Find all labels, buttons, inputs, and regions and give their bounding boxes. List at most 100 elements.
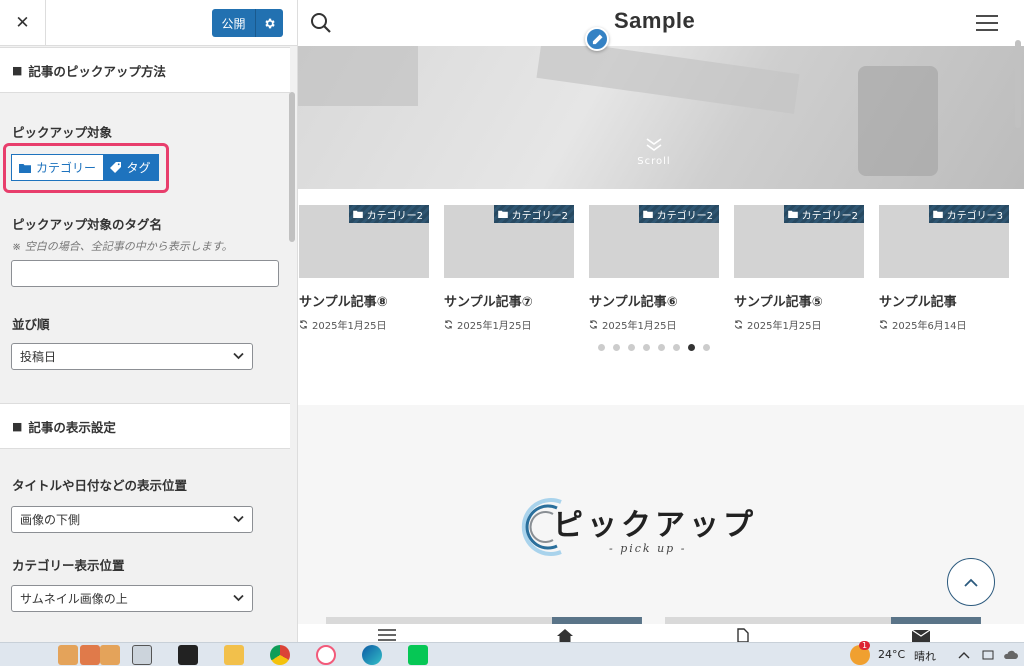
edge-icon[interactable] [362, 645, 382, 665]
tag-icon [110, 162, 122, 173]
folder-icon[interactable] [224, 645, 244, 665]
section-marker: ■ [12, 63, 23, 77]
scroll-indicator[interactable]: Scroll [634, 138, 674, 167]
order-select-value: 投稿日 [20, 350, 57, 364]
position-select[interactable]: 画像の下側 [11, 506, 253, 533]
slider-dot[interactable] [628, 344, 635, 351]
section-display-settings: ■ 記事の表示設定 [0, 403, 290, 449]
post-thumbnail[interactable]: カテゴリー2 [299, 205, 429, 278]
panel-scrollbar[interactable] [289, 92, 295, 242]
close-button[interactable]: ✕ [0, 0, 46, 46]
app-icon[interactable] [80, 645, 100, 665]
slider-dot[interactable] [688, 344, 695, 351]
order-label: 並び順 [12, 317, 50, 332]
tag-name-label: ピックアップ対象のタグ名 [12, 217, 163, 232]
chevron-up-icon [964, 578, 978, 587]
weather-text: 晴れ [914, 650, 936, 663]
refresh-icon [444, 320, 453, 329]
slider-dot[interactable] [703, 344, 710, 351]
post-title[interactable]: サンプル記事⑥ [589, 291, 719, 310]
chrome-icon[interactable] [270, 645, 290, 665]
option-category-label: カテゴリー [35, 161, 96, 175]
folder-icon [18, 163, 31, 173]
section-marker: ■ [12, 419, 23, 433]
post-card[interactable]: カテゴリー2 サンプル記事⑥ 2025年1月25日 [589, 205, 719, 332]
edit-shortcut-button[interactable] [585, 27, 609, 51]
publish-button[interactable]: 公開 [212, 9, 256, 37]
app-icon[interactable] [100, 645, 120, 665]
slider-dot[interactable] [598, 344, 605, 351]
folder-icon [642, 210, 653, 218]
camera-icon[interactable] [982, 649, 994, 660]
post-card[interactable]: カテゴリー2 サンプル記事⑦ 2025年1月25日 [444, 205, 574, 332]
category-badge[interactable]: カテゴリー2 [493, 205, 574, 223]
category-label: カテゴリー2 [366, 210, 423, 222]
hero-image: Scroll [298, 46, 1024, 189]
folder-icon [497, 210, 508, 218]
post-title[interactable]: サンプル記事⑧ [299, 291, 429, 310]
post-title[interactable]: サンプル記事⑤ [734, 291, 864, 310]
refresh-icon [879, 320, 888, 329]
cloud-icon[interactable] [1002, 650, 1018, 660]
site-title[interactable]: Sample [614, 8, 695, 34]
search-icon[interactable] [310, 12, 332, 34]
document-icon[interactable] [736, 628, 750, 642]
music-icon[interactable] [316, 645, 336, 665]
slider-dot[interactable] [643, 344, 650, 351]
post-card[interactable]: カテゴリー3 サンプル記事 2025年6月14日 [879, 205, 1009, 332]
slider-dot[interactable] [673, 344, 680, 351]
category-badge[interactable]: カテゴリー2 [348, 205, 429, 223]
line-icon[interactable] [408, 645, 428, 665]
post-card[interactable]: カテゴリー2 サンプル記事⑤ 2025年1月25日 [734, 205, 864, 332]
hamburger-menu-icon[interactable] [976, 15, 998, 31]
category-badge[interactable]: カテゴリー3 [928, 205, 1009, 223]
hero-shape [858, 66, 938, 176]
fixed-bottom-nav [298, 624, 1024, 642]
hero-shape [536, 46, 800, 114]
category-position-select[interactable]: サムネイル画像の上 [11, 585, 253, 612]
menu-icon[interactable] [378, 628, 396, 642]
panel-footer [0, 627, 297, 642]
app-icon[interactable] [58, 645, 78, 665]
slider-pagination [598, 344, 710, 351]
category-badge[interactable]: カテゴリー2 [783, 205, 864, 223]
screen: ✕ 公開 ■ 記事のピックアップ方法 ピックアップ対象 カテゴリー タグ ピック… [0, 0, 1024, 666]
option-category[interactable]: カテゴリー [12, 155, 103, 180]
post-card[interactable]: カテゴリー2 サンプル記事⑧ 2025年1月25日 [299, 205, 429, 332]
tag-name-note: ※ 空白の場合、全記事の中から表示します。 [12, 240, 233, 253]
slider-dot[interactable] [613, 344, 620, 351]
app-icon[interactable] [178, 645, 198, 665]
post-title[interactable]: サンプル記事 [879, 291, 1009, 310]
post-date-text: 2025年1月25日 [312, 321, 387, 332]
publish-settings-button[interactable] [256, 9, 283, 37]
post-thumbnail[interactable]: カテゴリー3 [879, 205, 1009, 278]
tag-name-input[interactable] [11, 260, 279, 287]
refresh-icon [299, 320, 308, 329]
back-to-top-button[interactable] [947, 558, 995, 606]
post-thumbnail[interactable]: カテゴリー2 [444, 205, 574, 278]
folder-icon [787, 210, 798, 218]
post-thumbnail[interactable]: カテゴリー2 [589, 205, 719, 278]
pickup-target-label: ピックアップ対象 [12, 125, 113, 140]
preview-scrollbar[interactable] [1015, 40, 1021, 128]
post-date-text: 2025年1月25日 [747, 321, 822, 332]
home-icon[interactable] [556, 628, 574, 642]
customizer-header: ✕ 公開 [0, 0, 297, 46]
post-title[interactable]: サンプル記事⑦ [444, 291, 574, 310]
slider-dot[interactable] [658, 344, 665, 351]
mail-icon[interactable] [912, 628, 930, 642]
pickup-heading: ピックアップ - pick up - [517, 496, 777, 560]
wave-divider [298, 407, 1024, 427]
section-title: 記事のピックアップ方法 [28, 63, 166, 79]
weather-icon[interactable]: 1 [850, 641, 871, 665]
option-tag[interactable]: タグ [103, 155, 158, 180]
category-position-label: カテゴリー表示位置 [12, 558, 125, 573]
order-select[interactable]: 投稿日 [11, 343, 253, 370]
position-label: タイトルや日付などの表示位置 [12, 478, 188, 493]
chevron-up-icon[interactable] [958, 651, 970, 659]
post-thumbnail[interactable]: カテゴリー2 [734, 205, 864, 278]
pencil-icon [592, 33, 603, 44]
task-view-icon[interactable] [132, 645, 152, 665]
double-chevron-down-icon [646, 138, 662, 151]
category-badge[interactable]: カテゴリー2 [638, 205, 719, 223]
